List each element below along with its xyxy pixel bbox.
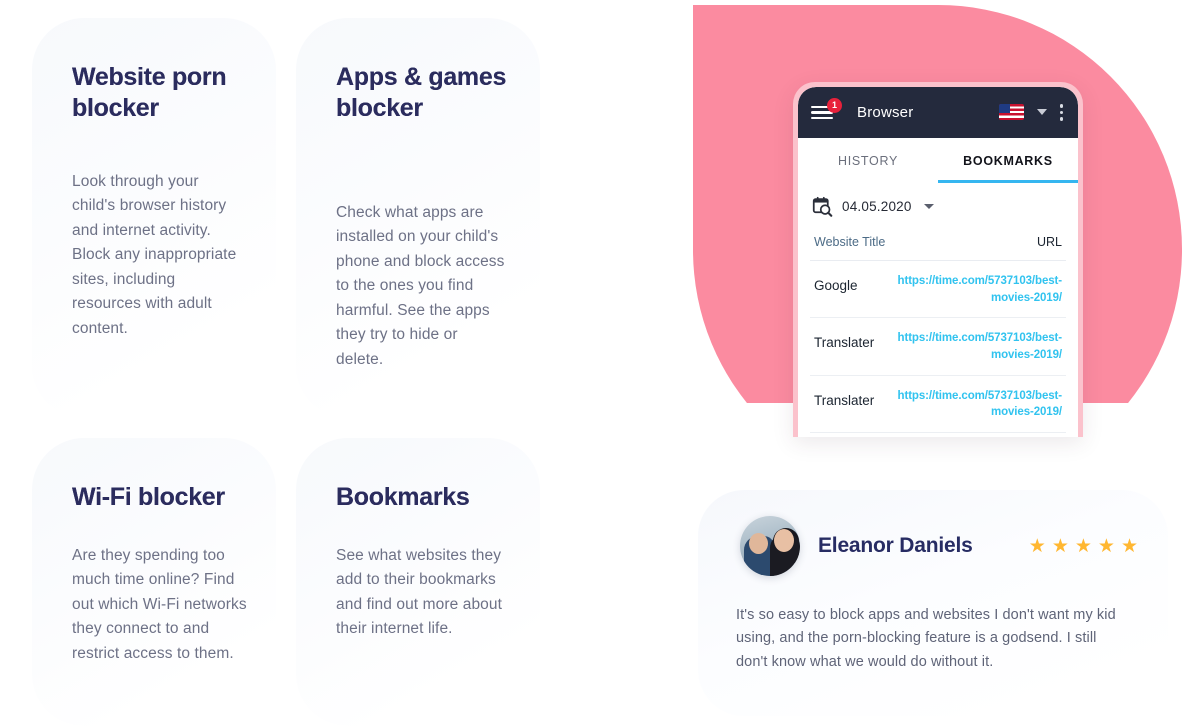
feature-card-body: See what websites they add to their book… [336, 547, 503, 638]
feature-card-title: Website porn blocker [72, 62, 252, 124]
date-filter-value: 04.05.2020 [842, 199, 912, 214]
avatar [740, 516, 800, 576]
tab-history[interactable]: HISTORY [798, 138, 938, 183]
cell-url[interactable]: https://time.com/5737103/best-movies-201… [882, 388, 1063, 421]
testimonial-header: Eleanor Daniels ★ ★ ★ ★ ★ [698, 490, 1168, 576]
notification-badge: 1 [827, 97, 842, 113]
cell-website-title: Google [814, 278, 858, 293]
testimonial-author-name: Eleanor Daniels [818, 534, 973, 557]
feature-card-bookmarks: Bookmarks See what websites they add to … [296, 438, 540, 726]
table-row[interactable]: Google https://time.com/5737103/best-mov… [810, 261, 1066, 319]
feature-card-apps-games-blocker: Apps & games blocker Check what apps are… [296, 18, 540, 418]
feature-card-body: Check what apps are installed on your ch… [336, 204, 505, 368]
star-icon: ★ [1097, 535, 1115, 557]
app-bar: 1 Browser [798, 87, 1078, 138]
testimonial-text: It's so easy to block apps and websites … [736, 607, 1116, 670]
page-root: Website porn blocker Look through your c… [0, 0, 1200, 726]
hamburger-menu-icon[interactable]: 1 [811, 97, 842, 122]
star-icon: ★ [1028, 535, 1046, 557]
column-header-url: URL [1036, 235, 1062, 249]
table-row[interactable]: Translater https://time.com/5737103/best… [810, 318, 1066, 376]
feature-card-website-porn-blocker: Website porn blocker Look through your c… [32, 18, 276, 418]
feature-card-title: Bookmarks [336, 482, 536, 513]
phone-screen: 1 Browser HISTORY BOOKMARKS 04.05.2020 W… [798, 87, 1078, 437]
testimonial-card: Eleanor Daniels ★ ★ ★ ★ ★ It's so easy t… [698, 490, 1168, 716]
column-header-website-title: Website Title [814, 235, 886, 249]
kebab-menu-icon[interactable] [1059, 104, 1063, 121]
bookmarks-table: Website Title URL Google https://time.co… [810, 229, 1066, 437]
feature-card-title: Apps & games blocker [336, 62, 516, 124]
rating-stars: ★ ★ ★ ★ ★ [1029, 537, 1138, 556]
table-row[interactable]: Translater https://time.com/5737103/best… [810, 376, 1066, 434]
cell-url[interactable]: https://time.com/5737103/best-movies-201… [866, 273, 1063, 306]
feature-card-body: Are they spending too much time online? … [72, 547, 247, 662]
feature-card-wifi-blocker: Wi-Fi blocker Are they spending too much… [32, 438, 276, 726]
feature-card-title: Wi-Fi blocker [72, 482, 272, 513]
phone-mockup: 1 Browser HISTORY BOOKMARKS 04.05.2020 W… [793, 82, 1083, 437]
feature-card-body: Look through your child's browser histor… [72, 173, 237, 337]
cell-website-title: Translater [814, 392, 875, 408]
tab-bar: HISTORY BOOKMARKS [798, 138, 1078, 183]
star-icon: ★ [1074, 535, 1092, 557]
cell-url[interactable]: https://time.com/5737103/best-movies-201… [882, 330, 1063, 363]
table-row[interactable]: Block party https://time.com/5737103/bes… [810, 433, 1066, 437]
calendar-search-icon [812, 196, 833, 217]
app-bar-title: Browser [857, 104, 914, 121]
app-bar-actions [998, 104, 1063, 121]
star-icon: ★ [1051, 535, 1069, 557]
cell-website-title: Translater [814, 335, 875, 351]
tab-bookmarks[interactable]: BOOKMARKS [938, 138, 1078, 183]
chevron-down-icon[interactable] [923, 204, 934, 209]
star-icon: ★ [1120, 535, 1138, 557]
chevron-down-icon[interactable] [1036, 109, 1047, 116]
date-filter[interactable]: 04.05.2020 [798, 183, 1078, 229]
us-flag-icon[interactable] [998, 104, 1024, 121]
table-header-row: Website Title URL [810, 229, 1066, 261]
